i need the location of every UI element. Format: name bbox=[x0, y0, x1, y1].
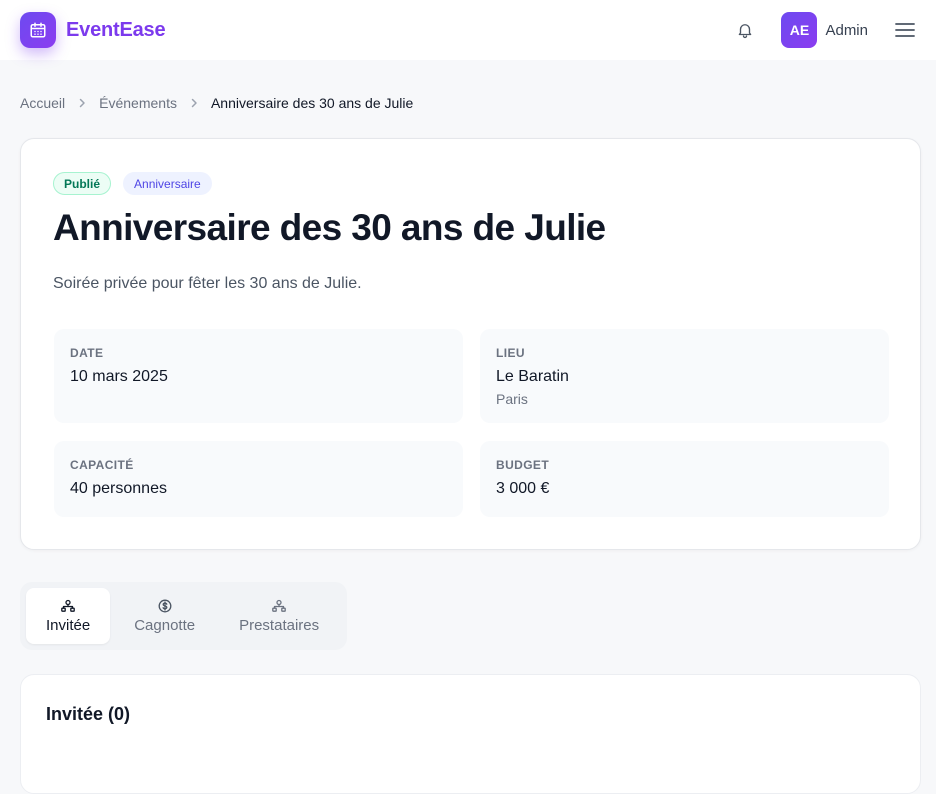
status-badge: Publié bbox=[53, 172, 112, 195]
info-location-value: Le Baratin bbox=[496, 368, 569, 385]
brand-logo[interactable]: EventEase bbox=[20, 12, 166, 48]
info-location-label: LIEU bbox=[496, 346, 525, 360]
tab-vendors-label: Prestataires bbox=[239, 617, 320, 634]
info-capacity: CAPACITÉ 40 personnes bbox=[54, 441, 463, 517]
top-navbar: EventEase AE Admin bbox=[0, 0, 936, 60]
tab-vendors[interactable]: Prestataires bbox=[219, 588, 339, 644]
tab-guests[interactable]: Invitée bbox=[26, 588, 111, 644]
category-badge: Anniversaire bbox=[123, 172, 212, 195]
avatar[interactable]: AE bbox=[781, 12, 818, 48]
dollar-icon bbox=[158, 598, 172, 614]
breadcrumb: Accueil Événements Anniversaire des 30 a… bbox=[20, 95, 413, 111]
event-tabs: Invitée Cagnotte Prestataires bbox=[20, 582, 347, 650]
info-location-city: Paris bbox=[496, 391, 528, 407]
breadcrumb-home[interactable]: Accueil bbox=[20, 95, 65, 111]
page-title: Anniversaire des 30 ans de Julie bbox=[53, 207, 606, 248]
info-location: LIEU Le Baratin Paris bbox=[480, 329, 889, 423]
chevron-right-icon bbox=[77, 98, 87, 108]
app-name: EventEase bbox=[66, 18, 166, 41]
event-description: Soirée privée pour fêter les 30 ans de J… bbox=[53, 275, 362, 292]
breadcrumb-current: Anniversaire des 30 ans de Julie bbox=[210, 95, 414, 111]
info-date: DATE 10 mars 2025 bbox=[54, 329, 463, 423]
info-date-value: 10 mars 2025 bbox=[70, 368, 168, 385]
info-budget: BUDGET 3 000 € bbox=[480, 441, 889, 517]
guests-panel-title: Invitée (0) bbox=[46, 704, 131, 724]
tab-kitty[interactable]: Cagnotte bbox=[114, 588, 215, 644]
bell-icon[interactable] bbox=[733, 18, 757, 42]
user-name[interactable]: Admin bbox=[825, 22, 868, 39]
vendors-icon bbox=[272, 598, 286, 614]
calendar-icon bbox=[20, 12, 56, 48]
guests-panel: Invitée (0) bbox=[20, 674, 921, 794]
tab-guests-label: Invitée bbox=[46, 617, 91, 634]
chevron-right-icon bbox=[189, 98, 199, 108]
guests-icon bbox=[61, 598, 75, 614]
tab-kitty-label: Cagnotte bbox=[134, 617, 196, 634]
info-date-label: DATE bbox=[70, 346, 104, 360]
info-budget-label: BUDGET bbox=[496, 458, 550, 472]
breadcrumb-events[interactable]: Événements bbox=[99, 95, 177, 111]
event-details-card: Publié Anniversaire Anniversaire des 30 … bbox=[20, 138, 921, 550]
info-budget-value: 3 000 € bbox=[496, 480, 550, 497]
info-capacity-value: 40 personnes bbox=[70, 480, 167, 497]
menu-icon[interactable] bbox=[894, 19, 916, 41]
info-capacity-label: CAPACITÉ bbox=[70, 458, 134, 472]
